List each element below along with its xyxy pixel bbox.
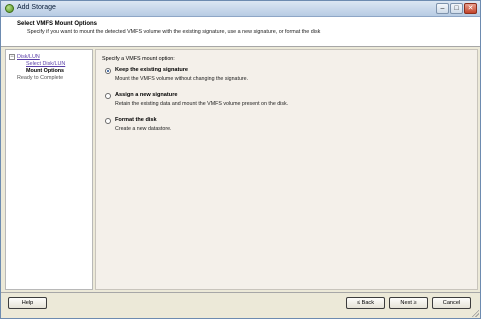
keep-signature-label[interactable]: Keep the existing signature bbox=[115, 67, 188, 73]
collapse-icon[interactable]: − bbox=[9, 54, 15, 60]
footer-divider bbox=[1, 292, 480, 293]
maximize-icon[interactable]: □ bbox=[450, 3, 463, 14]
resize-grip-icon[interactable] bbox=[471, 309, 479, 317]
mount-options-panel: Specify a VMFS mount option: Keep the ex… bbox=[95, 49, 478, 290]
wizard-steps-sidebar: − Disk/LUN Select Disk/LUN Mount Options… bbox=[5, 49, 93, 290]
help-button[interactable]: Help bbox=[8, 297, 47, 309]
format-disk-description: Create a new datastore. bbox=[115, 126, 172, 132]
step-select-disk-lun[interactable]: Select Disk/LUN bbox=[26, 61, 65, 67]
format-disk-radio[interactable] bbox=[105, 118, 111, 124]
keep-signature-radio[interactable] bbox=[105, 68, 111, 74]
title-bar[interactable]: Add Storage – □ ✕ bbox=[1, 1, 480, 17]
step-disk-lun[interactable]: Disk/LUN bbox=[17, 54, 40, 60]
assign-new-signature-radio[interactable] bbox=[105, 93, 111, 99]
add-storage-window: Add Storage – □ ✕ Select VMFS Mount Opti… bbox=[0, 0, 481, 319]
mount-option-prompt: Specify a VMFS mount option: bbox=[102, 56, 175, 62]
cancel-button[interactable]: Cancel bbox=[432, 297, 471, 309]
minimize-icon[interactable]: – bbox=[436, 3, 449, 14]
wizard-header: Select VMFS Mount Options Specify if you… bbox=[1, 17, 480, 47]
page-description: Specify if you want to mount the detecte… bbox=[27, 29, 321, 35]
window-controls: – □ ✕ bbox=[436, 3, 477, 14]
assign-new-signature-description: Retain the existing data and mount the V… bbox=[115, 101, 289, 107]
next-button[interactable]: Next ≥ bbox=[389, 297, 428, 309]
page-title: Select VMFS Mount Options bbox=[17, 21, 98, 27]
step-mount-options: Mount Options bbox=[26, 68, 65, 74]
assign-new-signature-label[interactable]: Assign a new signature bbox=[115, 92, 177, 98]
step-ready-to-complete: Ready to Complete bbox=[17, 75, 64, 81]
back-button[interactable]: ≤ Back bbox=[346, 297, 385, 309]
close-icon[interactable]: ✕ bbox=[464, 3, 477, 14]
window-title: Add Storage bbox=[17, 4, 56, 11]
format-disk-label[interactable]: Format the disk bbox=[115, 117, 157, 123]
vsphere-app-icon bbox=[5, 4, 14, 13]
keep-signature-description: Mount the VMFS volume without changing t… bbox=[115, 76, 249, 82]
